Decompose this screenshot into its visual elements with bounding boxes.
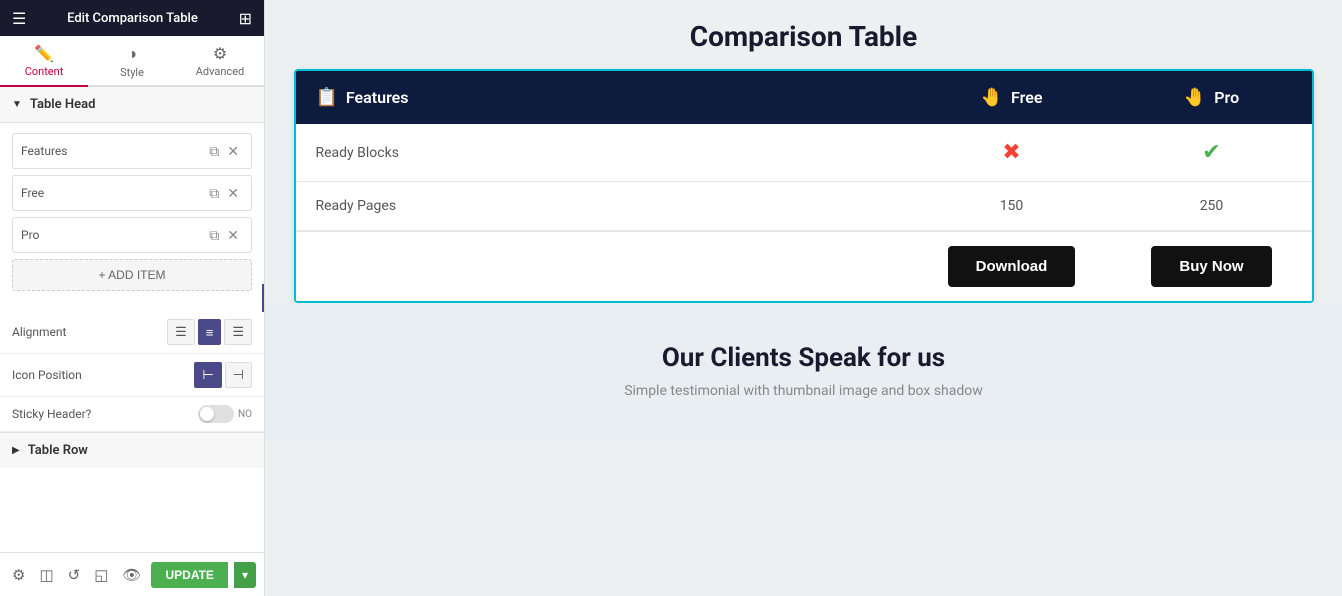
icon-position-row: Icon Position ⊢ ⊣ [0, 354, 264, 397]
icon-pos-right-btn[interactable]: ⊣ [225, 362, 252, 388]
advanced-icon: ⚙ [213, 44, 227, 63]
align-center-btn[interactable]: ≡ [198, 319, 222, 345]
tab-advanced[interactable]: ⚙ Advanced [176, 36, 264, 87]
delete-features-btn[interactable]: ✕ [223, 139, 243, 164]
item-row-free: Free ⧉ ✕ [12, 175, 252, 211]
page-title: Comparison Table [294, 20, 1314, 53]
panel-footer: ⚙ ◫ ↺ ◱ 👁 UPDATE ▾ [0, 552, 264, 596]
check-icon: ✔ [1202, 140, 1220, 165]
pro-icon: 🤚 [1184, 87, 1206, 108]
clients-subtitle: Simple testimonial with thumbnail image … [285, 383, 1322, 399]
grid-icon[interactable]: ⊞ [239, 9, 252, 28]
sticky-toggle[interactable]: NO [198, 405, 252, 423]
item-row-pro: Pro ⧉ ✕ [12, 217, 252, 253]
update-button[interactable]: UPDATE [151, 562, 228, 588]
ready-pages-pro-val: 250 [1200, 198, 1224, 214]
cross-icon: ✖ [1002, 140, 1020, 165]
items-list: Features ⧉ ✕ Free ⧉ ✕ Pro ⧉ ✕ + ADD ITEM [0, 123, 264, 311]
item-row-features: Features ⧉ ✕ [12, 133, 252, 169]
style-icon: ◑ [127, 44, 137, 64]
item-label-free: Free [21, 186, 205, 200]
responsive-btn[interactable]: ◱ [90, 562, 112, 588]
cta-cell-empty [296, 232, 912, 301]
table-row-section[interactable]: ▶ Table Row [0, 432, 264, 468]
layers-btn[interactable]: ◫ [35, 562, 57, 588]
toggle-knob [200, 407, 214, 421]
panel-tabs: ✏️ Content ◑ Style ⚙ Advanced [0, 36, 264, 87]
download-button[interactable]: Download [948, 246, 1076, 287]
panel-header: ☰ Edit Comparison Table ⊞ [0, 0, 264, 36]
cta-cell-buynow: Buy Now [1112, 232, 1312, 301]
ready-pages-label: Ready Pages [316, 198, 397, 214]
head-features-label: Features [346, 88, 409, 107]
tab-style[interactable]: ◑ Style [88, 36, 176, 87]
main-content: Comparison Table 📋 Features 🤚 Free 🤚 Pro [274, 0, 1334, 303]
left-panel: ☰ Edit Comparison Table ⊞ ✏️ Content ◑ S… [0, 0, 265, 596]
cell-ready-blocks-feature: Ready Blocks [296, 124, 912, 181]
free-icon: 🤚 [981, 87, 1003, 108]
cell-ready-pages-pro: 250 [1112, 182, 1312, 230]
cell-ready-blocks-free: ✖ [912, 124, 1112, 181]
table-head-label: Table Head [30, 97, 96, 112]
cell-ready-pages-feature: Ready Pages [296, 182, 912, 230]
table-row-arrow: ▶ [12, 445, 20, 456]
head-cell-features: 📋 Features [296, 71, 912, 124]
comparison-table: 📋 Features 🤚 Free 🤚 Pro Ready Blocks [294, 69, 1314, 303]
panel-content: ▼ Table Head Features ⧉ ✕ Free ⧉ ✕ Pro ⧉… [0, 87, 264, 552]
delete-pro-btn[interactable]: ✕ [223, 223, 243, 248]
content-icon: ✏️ [34, 44, 54, 63]
update-arrow-icon: ▾ [242, 568, 248, 582]
icon-position-controls: ⊢ ⊣ [194, 362, 252, 388]
align-right-btn[interactable]: ☰ [224, 319, 252, 345]
collapse-handle[interactable]: ‹ [262, 284, 265, 312]
settings-btn[interactable]: ⚙ [8, 562, 29, 588]
preview-btn[interactable]: 👁 [118, 562, 145, 588]
table-head-arrow: ▼ [12, 99, 22, 110]
alignment-row: Alignment ☰ ≡ ☰ [0, 311, 264, 354]
clients-title: Our Clients Speak for us [285, 343, 1322, 373]
duplicate-features-btn[interactable]: ⧉ [205, 139, 223, 164]
cell-ready-blocks-pro: ✔ [1112, 124, 1312, 181]
cta-row: Download Buy Now [296, 231, 1312, 301]
main-area: Comparison Table 📋 Features 🤚 Free 🤚 Pro [265, 0, 1342, 596]
hamburger-icon[interactable]: ☰ [12, 9, 26, 28]
item-label-pro: Pro [21, 228, 205, 242]
sticky-header-label: Sticky Header? [12, 407, 198, 421]
table-row-ready-blocks: Ready Blocks ✖ ✔ [296, 124, 1312, 182]
cta-cell-download: Download [912, 232, 1112, 301]
buynow-button[interactable]: Buy Now [1151, 246, 1271, 287]
cell-ready-pages-free: 150 [912, 182, 1112, 230]
table-head-section[interactable]: ▼ Table Head [0, 87, 264, 123]
table-head-row: 📋 Features 🤚 Free 🤚 Pro [296, 71, 1312, 124]
head-cell-pro: 🤚 Pro [1112, 71, 1312, 124]
icon-pos-left-btn[interactable]: ⊢ [194, 362, 221, 388]
alignment-label: Alignment [12, 325, 167, 339]
duplicate-free-btn[interactable]: ⧉ [205, 181, 223, 206]
item-label-features: Features [21, 144, 205, 158]
add-item-button[interactable]: + ADD ITEM [12, 259, 252, 291]
features-icon: 📋 [316, 87, 338, 108]
align-left-btn[interactable]: ☰ [167, 319, 195, 345]
undo-btn[interactable]: ↺ [64, 562, 85, 588]
ready-blocks-label: Ready Blocks [316, 145, 399, 161]
sticky-header-row: Sticky Header? NO [0, 397, 264, 432]
alignment-controls: ☰ ≡ ☰ [167, 319, 252, 345]
table-row-label: Table Row [28, 443, 88, 458]
toggle-bg[interactable] [198, 405, 234, 423]
toggle-label: NO [238, 409, 252, 420]
delete-free-btn[interactable]: ✕ [223, 181, 243, 206]
duplicate-pro-btn[interactable]: ⧉ [205, 223, 223, 248]
tab-content[interactable]: ✏️ Content [0, 36, 88, 87]
panel-title: Edit Comparison Table [67, 11, 198, 26]
add-item-label: + ADD ITEM [98, 268, 165, 282]
table-row-ready-pages: Ready Pages 150 250 [296, 182, 1312, 231]
head-pro-label: Pro [1214, 88, 1239, 107]
head-cell-free: 🤚 Free [912, 71, 1112, 124]
head-free-label: Free [1011, 88, 1042, 107]
icon-position-label: Icon Position [12, 368, 194, 382]
update-arrow-btn[interactable]: ▾ [234, 562, 256, 588]
ready-pages-free-val: 150 [1000, 198, 1024, 214]
below-section: Our Clients Speak for us Simple testimon… [265, 303, 1342, 439]
